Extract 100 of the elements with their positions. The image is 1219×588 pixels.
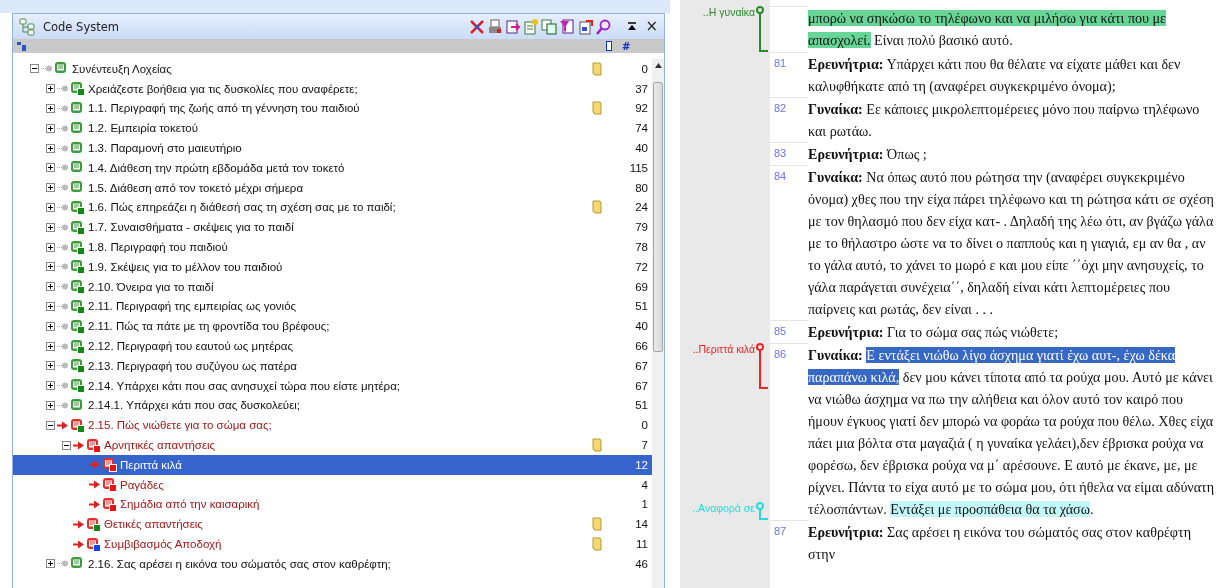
expand-toggle[interactable]: [46, 321, 55, 331]
expand-toggle[interactable]: [46, 381, 55, 391]
scroll-thumb[interactable]: [653, 82, 663, 352]
paragraph-text: μπορώ να σηκώσω το τηλέφωνο και να μιλήσω για κάτι που με απασχολεί. Είναι πολύ βασικό αυτό.: [808, 9, 1168, 50]
hierarchy-icon: [17, 41, 26, 51]
count-cell-text: 0: [640, 62, 649, 75]
tree-item[interactable]: 2.13. Περιγραφή του συζύγου ως πατέρα 67: [13, 355, 652, 376]
tree-item[interactable]: 1.8. Περιγραφή του παιδιού 78: [13, 237, 652, 257]
count-cell-text: 115: [628, 161, 649, 174]
expand-toggle[interactable]: [46, 202, 55, 212]
tree-item[interactable]: 1.5. Διάθεση από τον τοκετό μέχρι σήμερα 80: [13, 177, 652, 198]
tree-item[interactable]: Αρνητικές απαντήσεις 7: [13, 435, 652, 455]
expand-toggle[interactable]: [46, 559, 55, 569]
count-cell-text: 80: [634, 181, 649, 194]
expand-toggle[interactable]: [46, 183, 55, 193]
tree-item-label: 2.12. Περιγραφή του εαυτού ως μητέρας: [88, 340, 293, 353]
tree-item[interactable]: 2.14.1. Υπάρχει κάτι που σας δυσκολεύει; 51: [13, 395, 652, 416]
tree-item[interactable]: 1.1. Περιγραφή της ζωής από τη γέννηση του παιδιού 92: [13, 98, 652, 119]
count-cell-text: 40: [634, 320, 649, 333]
tree-item[interactable]: Θετικές απαντήσεις 14: [13, 514, 652, 535]
expand-toggle[interactable]: [46, 400, 55, 410]
tree-item[interactable]: 2.15. Πώς νιώθετε για το σώμα σας; 0: [13, 415, 652, 436]
tree-item-label: 1.3. Παραμονή στο μαιευτήριο: [88, 142, 242, 155]
paragraph-text: Ερευνήτρια: Σας αρέσει η εικόνα του σώματός σας στον καθρέφτη στην: [808, 523, 1193, 564]
tree-item[interactable]: 1.4. Διάθεση την πρώτη εβδομάδα μετά τον τοκετό 115: [13, 158, 652, 178]
tree-item-label: Σημάδια από την καισαρική: [120, 498, 260, 511]
code-bracket[interactable]: [756, 6, 768, 52]
code-label[interactable]: ..Περιττά κιλά: [692, 343, 755, 355]
count-cell-text: 7: [640, 439, 649, 452]
tree-item-label: 2.14. Υπάρχει κάτι που σας ανησυχεί τώρα που είστε μητέρα;: [88, 379, 400, 392]
tree-item[interactable]: 2.14. Υπάρχει κάτι που σας ανησυχεί τώρα που είστε μητέρα; 67: [13, 375, 652, 396]
tree-item[interactable]: 2.10. Όνειρα για το παιδί 69: [13, 276, 652, 297]
tree-item[interactable]: Σημάδια από την καισαρική 1: [13, 494, 652, 515]
tree-item-label: 2.15. Πώς νιώθετε για το σώμα σας;: [88, 419, 272, 432]
tree-item[interactable]: 1.6. Πώς επηρεάζει η διάθεσή σας τη σχέση σας με το παιδί; 24: [13, 197, 652, 218]
tree-item-label: Περιττά κιλά: [120, 458, 182, 471]
expand-toggle[interactable]: [46, 242, 55, 252]
expand-toggle[interactable]: [46, 163, 55, 173]
printer-icon[interactable]: [487, 18, 504, 35]
expand-toggle[interactable]: [46, 222, 55, 232]
tree-item-label: Θετικές απαντήσεις: [104, 518, 203, 531]
collapse-toggle[interactable]: [46, 420, 55, 430]
tree-item[interactable]: 2.11. Πώς τα πάτε με τη φροντίδα του βρέφους; 40: [13, 316, 652, 337]
tree-item[interactable]: Συνέντευξη Λοχείας 0: [13, 59, 652, 79]
count-cell-text: 67: [634, 359, 649, 372]
count-cell-text: 24: [634, 201, 649, 214]
tree-item[interactable]: 2.11. Περιγραφή της εμπειρίας ως γονιός 51: [13, 296, 652, 317]
count-cell-text: 40: [634, 142, 649, 155]
count-cell-text: 74: [634, 122, 649, 135]
tree-item[interactable]: Συμβιβασμός Αποδοχή 11: [13, 534, 652, 554]
tree-item-label: 2.14.1. Υπάρχει κάτι που σας δυσκολεύει;: [88, 399, 300, 412]
collapse-arrows-icon[interactable]: [469, 18, 486, 35]
tree-item[interactable]: Χρειάζεστε βοήθεια για τις δυσκολίες που αναφέρετε; 37: [13, 78, 652, 99]
scrollbar[interactable]: [652, 59, 664, 588]
count-cell-text: 14: [634, 518, 649, 531]
tree-item-label: 1.1. Περιγραφή της ζωής από τη γέννηση του παιδιού: [88, 102, 360, 115]
paragraph-text: Γυναίκα: Ε εντάξει νιώθω λίγο άσχημα γιατί έχω αυτ-, έχω δέκα παραπάνω κιλά, δεν μου κάνει τίποτα από τα ρούχα μου. Αυτό με κάνει να νιώθω άσχημα να πω την αλήθεια και όλον αυτό τον καιρό που ήμουν έγκυος γιατί δεν μπορώ να φοράω τα ρούχα που θέλω. Χθες είχα πάει μια βόλτα στα μαγαζιά ( η γυναίκα γελάει),δεν έβρισκα ρούχα να φορέσω, δεν έβρισκα ρούχα να μ΄ αρέσουνε. Ε αυτό με έκανε, με, με ρίχνει. Πάντα το είχα αυτό με το σώμα μου, ότι ήθελα να είμαι αδύνατη τέλοσπάντων. Εντάξει με προσπάθεια θα τα χάσω.: [808, 346, 1216, 519]
code-bracket[interactable]: [756, 343, 768, 389]
expand-toggle[interactable]: [46, 262, 55, 272]
collapse-panel-icon[interactable]: [627, 21, 638, 32]
tree-item[interactable]: 1.2. Εμπειρία τοκετού 74: [13, 118, 652, 139]
tree-item-label: 2.10. Όνειρα για το παιδί: [88, 280, 214, 293]
code-label[interactable]: ..Η γυναίκα: [702, 6, 755, 18]
expand-toggle[interactable]: [46, 84, 55, 94]
tree-item[interactable]: 1.9. Σκέψεις για το μέλλον του παιδιού 72: [13, 256, 652, 277]
memo-column-icon[interactable]: [606, 41, 612, 51]
tree-item[interactable]: 1.3. Παραμονή στο μαιευτήριο 40: [13, 138, 652, 158]
expand-toggle[interactable]: [46, 282, 55, 292]
paragraph-text: Γυναίκα: Εε κάποιες μικρολεπτομέρειες μόνο που παίρνω τηλέφωνο και ρωτάω.: [808, 100, 1201, 141]
count-cell-text: 51: [634, 300, 649, 313]
count-column-header[interactable]: #: [622, 40, 660, 52]
expand-toggle[interactable]: [46, 143, 55, 153]
paragraph-text: Γυναίκα: Να όπως αυτό που ρώτησα την (αναφέρει συγκεκριμένο όνομα) χθες που την είχα πάρει τηλέφωνο και τη ρώτησα κάτι σε σχέση με τον θηλασμό που δεν είχα κατ- . Δηλαδή της λέω ότι, αν βγάζω γάλα με το θήλαστρο ώστε να το δίνει ο παππούς και η γιαγιά, εμ αν θα , αν το γάλα αυτό, το χάνει το μωρό ε και μου είπε ΄΄όχι μην ανησυχείς, το γάλα παράγεται συνέχεια΄΄, δηλαδή είναι κάτι λεπτομέρειες που παίρνεις και ρωτάς, δεν είναι . . .: [808, 168, 1215, 319]
collapse-toggle[interactable]: [62, 440, 71, 450]
tree-item-label: 1.2. Εμπειρία τοκετού: [88, 122, 198, 135]
tree-item[interactable]: Ραγάδες 4: [13, 474, 652, 495]
expand-toggle[interactable]: [46, 104, 55, 113]
expand-toggle[interactable]: [46, 123, 55, 133]
tree-item[interactable]: Περιττά κιλά 12: [13, 454, 652, 475]
tree-item-label: 2.13. Περιγραφή του συζύγου ως πατέρα: [88, 359, 297, 372]
filter-icon[interactable]: [559, 18, 576, 35]
tree-item[interactable]: 1.7. Συναισθήματα - σκέψεις για το παιδί 79: [13, 217, 652, 238]
tree-item-label: 1.5. Διάθεση από τον τοκετό μέχρι σήμερα: [88, 181, 304, 194]
expand-toggle[interactable]: [46, 341, 55, 351]
tree-item-label: Συνέντευξη Λοχείας: [72, 62, 172, 75]
expand-toggle[interactable]: [46, 361, 55, 371]
scroll-up-arrow-icon[interactable]: [654, 63, 662, 68]
tree-item[interactable]: 2.12. Περιγραφή του εαυτού ως μητέρας 66: [13, 336, 652, 356]
count-cell-text: 72: [634, 260, 649, 273]
collapse-toggle[interactable]: [30, 64, 39, 74]
count-cell-text: 79: [634, 221, 649, 234]
document-copy-icon[interactable]: [541, 18, 558, 35]
expand-toggle[interactable]: [46, 301, 55, 311]
tree-item[interactable]: 2.16. Σας αρέσει η εικόνα του σώματός σας στον καθρέφτη; 46: [13, 553, 652, 574]
count-cell-text: 11: [635, 538, 649, 550]
tree-item-label: 1.4. Διάθεση την πρώτη εβδομάδα μετά τον τοκετό: [88, 161, 345, 174]
search-icon[interactable]: [595, 18, 612, 35]
close-button[interactable]: ×: [641, 19, 658, 34]
document-export-icon[interactable]: [505, 18, 522, 35]
count-cell-text: 66: [634, 340, 649, 353]
